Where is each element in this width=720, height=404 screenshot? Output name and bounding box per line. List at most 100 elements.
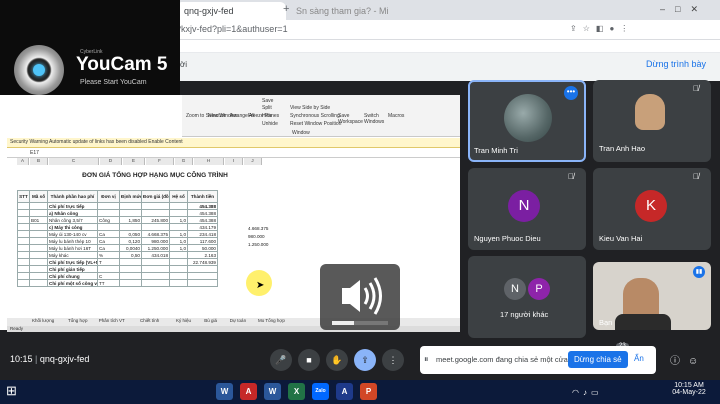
table-cell[interactable]: Máy lu bánh thép 10: [47, 237, 98, 245]
table-cell[interactable]: [169, 265, 188, 273]
table-cell[interactable]: 1,0: [169, 237, 188, 245]
table-cell[interactable]: T: [97, 258, 120, 266]
sheet-tab[interactable]: Khối lượng: [32, 318, 54, 323]
ribbon-sync-scroll[interactable]: Synchronous Scrolling: [290, 113, 340, 119]
column-header[interactable]: B: [30, 158, 48, 165]
info-icon[interactable]: ⓘ: [670, 356, 688, 367]
table-cell[interactable]: [119, 258, 142, 266]
table-cell[interactable]: [119, 223, 142, 231]
battery-icon[interactable]: ▭: [591, 388, 603, 397]
column-header[interactable]: A: [17, 158, 29, 165]
browser-actions[interactable]: ⇪☆◧●⋮: [570, 24, 634, 33]
present-button[interactable]: ⇪: [354, 349, 376, 371]
table-cell[interactable]: Máy ủi 130-140 cv: [47, 230, 98, 238]
cell-value[interactable]: 4.668.375: [248, 226, 268, 231]
table-cell[interactable]: Ca: [97, 244, 120, 252]
url-field[interactable]: ?kxjv-fed?pli=1&authuser=1: [176, 24, 288, 34]
table-cell[interactable]: [169, 272, 188, 280]
table-cell[interactable]: [17, 251, 30, 259]
table-cell[interactable]: 0,0040: [119, 244, 142, 252]
table-cell[interactable]: [29, 230, 48, 238]
new-tab-button[interactable]: +: [283, 3, 289, 15]
table-cell[interactable]: [169, 209, 188, 217]
table-cell[interactable]: [141, 272, 170, 280]
table-cell[interactable]: 454.388: [187, 216, 218, 224]
clock[interactable]: 10:15 AM 04-May-22: [664, 382, 714, 396]
table-cell[interactable]: [17, 265, 30, 273]
table-header-cell[interactable]: Định mức: [119, 190, 142, 203]
table-cell[interactable]: [141, 265, 170, 273]
table-cell[interactable]: 50.000: [187, 244, 218, 252]
table-cell[interactable]: 1,0: [169, 216, 188, 224]
table-cell[interactable]: [141, 223, 170, 231]
table-cell[interactable]: [17, 258, 30, 266]
table-cell[interactable]: 117.600: [187, 237, 218, 245]
table-cell[interactable]: 980.000: [141, 237, 170, 245]
table-cell[interactable]: [17, 223, 30, 231]
table-header-cell[interactable]: Thành tiền: [187, 190, 218, 203]
table-cell[interactable]: [17, 209, 30, 217]
security-warning-text[interactable]: Security Warning Automatic update of lin…: [10, 139, 183, 145]
table-cell[interactable]: [119, 272, 142, 280]
table-cell[interactable]: 4.668.375: [141, 230, 170, 238]
table-cell[interactable]: 1,850: [119, 216, 142, 224]
table-cell[interactable]: Máy khác: [47, 251, 98, 259]
table-cell[interactable]: [97, 223, 120, 231]
table-cell[interactable]: [97, 202, 120, 210]
minimize-icon[interactable]: –: [660, 4, 675, 14]
table-cell[interactable]: 22.748.939: [187, 258, 218, 266]
column-header[interactable]: E: [123, 158, 145, 165]
participant-tile-tran-minh-tri[interactable]: ••• Tran Minh Tri: [468, 80, 586, 162]
table-cell[interactable]: [17, 272, 30, 280]
column-header[interactable]: F: [146, 158, 174, 165]
table-cell[interactable]: Ca: [97, 230, 120, 238]
table-cell[interactable]: [29, 258, 48, 266]
table-header-cell[interactable]: Đơn giá (đồng): [141, 190, 170, 203]
taskbar-app-icon[interactable]: A: [240, 383, 257, 400]
table-cell[interactable]: [119, 209, 142, 217]
table-cell[interactable]: 0,120: [119, 237, 142, 245]
table-cell[interactable]: [29, 272, 48, 280]
table-cell[interactable]: [169, 223, 188, 231]
volume-icon[interactable]: ♪: [583, 388, 591, 397]
table-cell[interactable]: 434.018: [141, 251, 170, 259]
tab-other[interactable]: Sn sàng tham gia? - Microsoft Edge: [288, 2, 388, 20]
table-cell[interactable]: [29, 251, 48, 259]
window-controls[interactable]: –□✕: [660, 4, 708, 15]
maximize-icon[interactable]: □: [675, 4, 690, 14]
taskbar-app-icon[interactable]: Zalo: [312, 383, 329, 400]
table-cell[interactable]: 434.179: [187, 223, 218, 231]
ribbon-save-workspace[interactable]: Save Workspace: [338, 113, 363, 125]
sheet-tab[interactable]: Chiết tính: [140, 318, 159, 323]
column-header[interactable]: I: [225, 158, 243, 165]
column-header[interactable]: J: [244, 158, 262, 165]
table-cell[interactable]: [29, 279, 48, 287]
table-cell[interactable]: [169, 251, 188, 259]
sheet-tab[interactable]: Bù giá: [204, 318, 217, 323]
taskbar-app-icon[interactable]: A: [336, 383, 353, 400]
camera-button[interactable]: ■: [298, 349, 320, 371]
table-cell[interactable]: [169, 258, 188, 266]
ribbon-reset-window[interactable]: Reset Window Position: [290, 121, 341, 127]
table-cell[interactable]: 2.163: [187, 251, 218, 259]
table-cell[interactable]: [29, 209, 48, 217]
table-cell[interactable]: Ca: [97, 237, 120, 245]
ribbon-split[interactable]: Split: [262, 105, 272, 111]
wifi-icon[interactable]: ◠: [572, 388, 583, 397]
table-cell[interactable]: a) Nhân công: [47, 209, 98, 217]
table-cell[interactable]: 1,0: [169, 230, 188, 238]
participant-tile-kieu-van-hai[interactable]: K 🎙̸ Kieu Van Hai: [593, 168, 711, 250]
meet-side-icons[interactable]: ⓘ☺: [670, 352, 706, 367]
table-cell[interactable]: [17, 216, 30, 224]
table-header-cell[interactable]: STT: [17, 190, 30, 203]
table-cell[interactable]: Chi phí chung: [47, 272, 98, 280]
ribbon-macros[interactable]: Macros: [388, 113, 404, 119]
column-header[interactable]: H: [194, 158, 224, 165]
table-cell[interactable]: [141, 279, 170, 287]
taskbar-app-icon[interactable]: X: [288, 383, 305, 400]
table-cell[interactable]: 1.250.000: [141, 244, 170, 252]
table-cell[interactable]: 245.800: [141, 216, 170, 224]
column-header[interactable]: G: [175, 158, 193, 165]
table-cell[interactable]: [141, 258, 170, 266]
sheet-tab[interactable]: Phân tích VT: [99, 318, 125, 323]
